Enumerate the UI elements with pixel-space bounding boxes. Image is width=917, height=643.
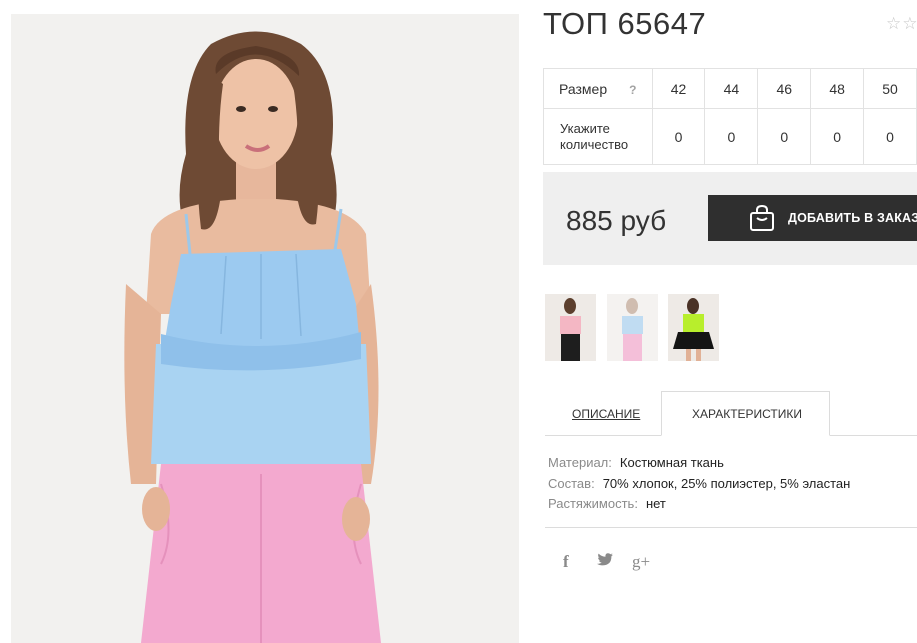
add-to-order-label: ДОБАВИТЬ В ЗАКАЗ [788,211,917,225]
size-value: 46 [757,68,812,109]
size-row: Размер? 42 44 46 48 50 [543,68,917,109]
spec-key: Состав: [548,476,595,491]
size-label-cell: Размер? [543,68,653,109]
spec-stretch: Растяжимость: нет [548,496,666,511]
quantity-label: Укажите количество [543,108,653,165]
tab-characteristics[interactable]: ХАРАКТЕРИСТИКИ [692,407,802,421]
size-label: Размер [559,80,608,97]
quantity-input[interactable]: 0 [863,108,917,165]
spec-value: Костюмная ткань [619,455,724,470]
tab-description[interactable]: ОПИСАНИЕ [572,407,640,421]
size-value: 48 [810,68,865,109]
quantity-row: Укажите количество 0 0 0 0 0 [543,108,917,165]
size-value: 42 [651,68,706,109]
specs-divider [545,527,917,528]
price: 885 руб [566,205,667,236]
spec-key: Материал: [548,455,612,470]
size-value: 44 [704,68,759,109]
size-help-icon[interactable]: ? [629,83,636,97]
product-title: ТОП 65647 [543,6,707,41]
add-to-order-button[interactable]: ДОБАВИТЬ В ЗАКАЗ [708,195,917,241]
spec-composition: Состав: 70% хлопок, 25% полиэстер, 5% эла… [548,476,850,491]
quantity-input[interactable]: 0 [810,108,865,165]
quantity-input[interactable]: 0 [704,108,759,165]
spec-key: Растяжимость: [548,496,638,511]
spec-material: Материал: Костюмная ткань [548,455,724,470]
quantity-input[interactable]: 0 [651,108,706,165]
price-panel: 885 руб ДОБАВИТЬ В ЗАКАЗ [543,172,917,265]
spec-value: 70% хлопок, 25% полиэстер, 5% эластан [602,476,851,491]
product-thumbnail[interactable] [668,294,719,361]
product-thumbnail[interactable] [607,294,658,361]
facebook-icon[interactable]: f [563,552,569,572]
size-value: 50 [863,68,917,109]
product-thumbnail[interactable] [545,294,596,361]
twitter-icon[interactable] [597,552,613,572]
size-quantity-table: Размер? 42 44 46 48 50 Укажите количеств… [543,68,917,165]
shopping-bag-icon [749,204,775,237]
spec-value: нет [645,496,666,511]
rating-stars-icon[interactable]: ☆☆☆ [886,14,917,34]
product-main-image[interactable] [11,14,519,643]
google-plus-icon[interactable]: g+ [632,552,650,572]
quantity-input[interactable]: 0 [757,108,812,165]
